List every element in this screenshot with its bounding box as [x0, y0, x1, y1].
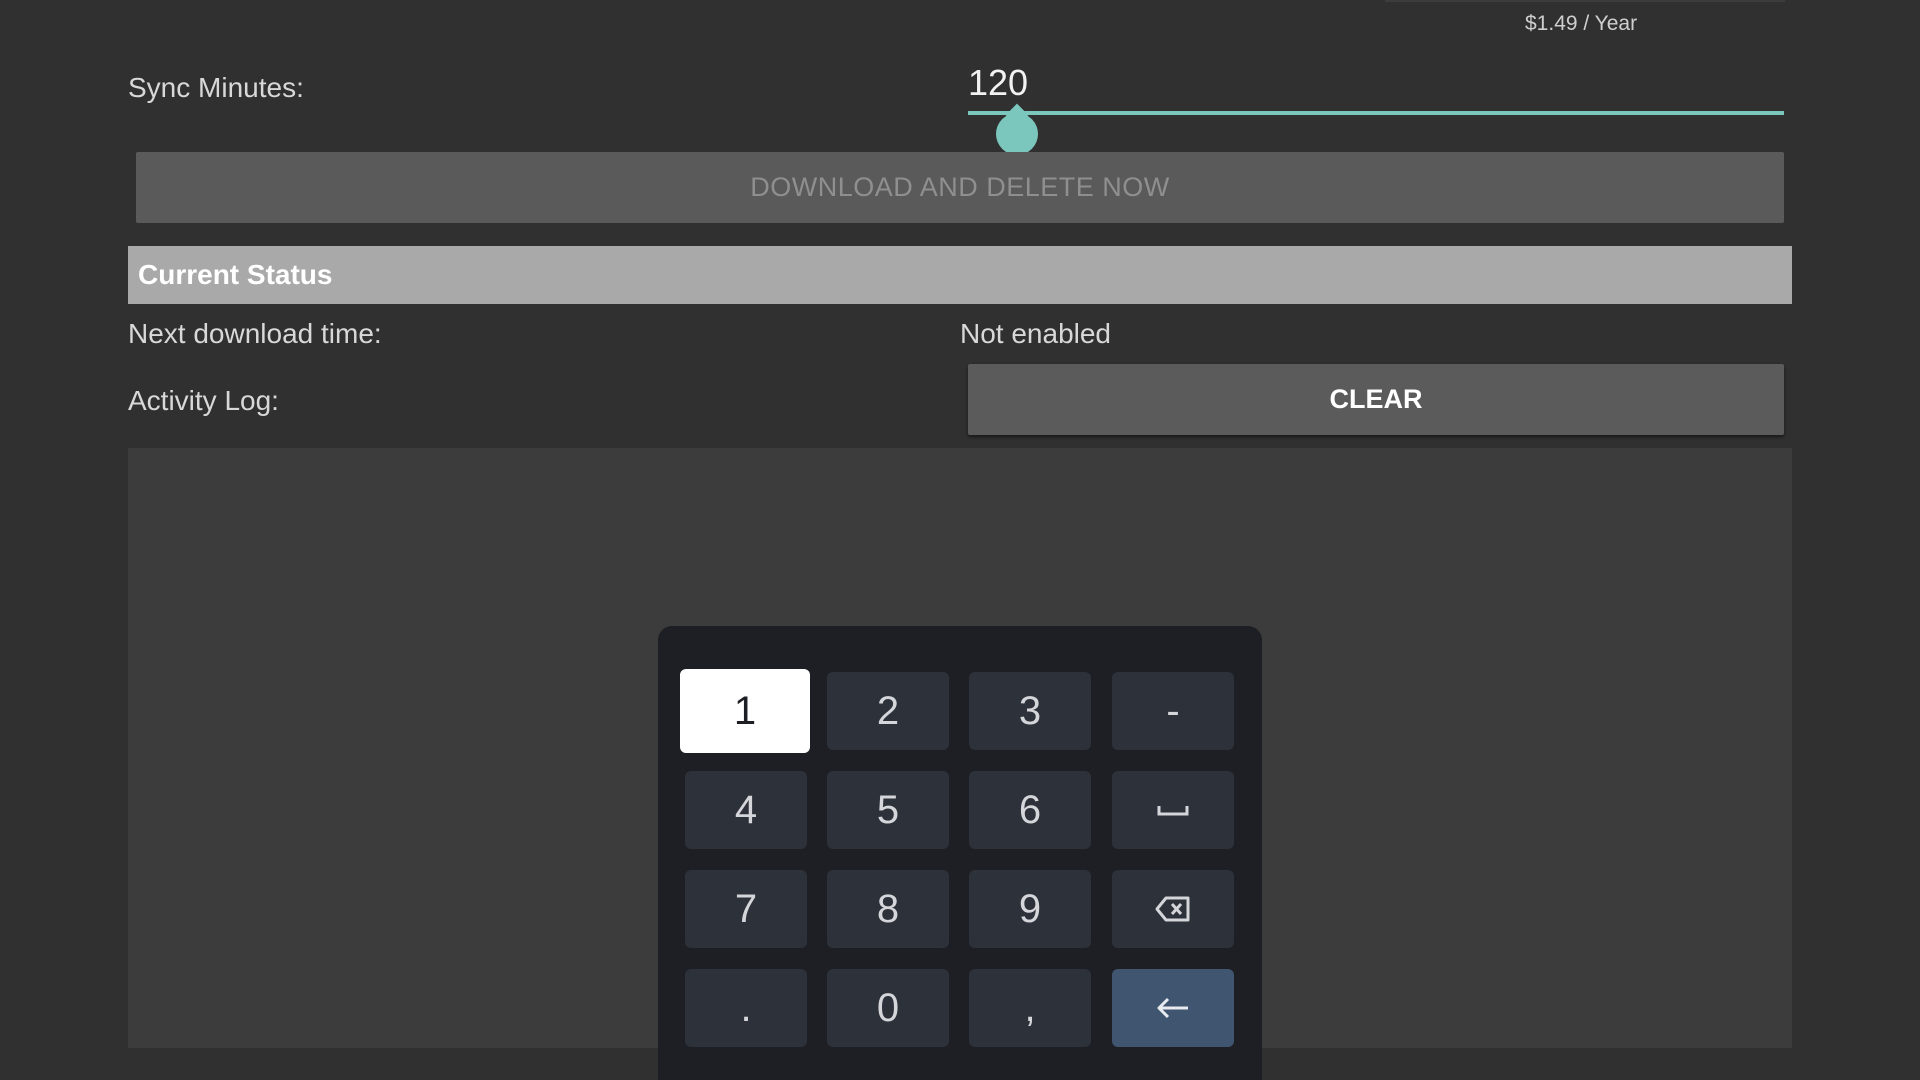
current-status-header: Current Status [128, 246, 1792, 304]
settings-page: $1.49 / Year Sync Minutes: 120 DOWNLOAD … [0, 0, 1920, 1080]
key-enter[interactable] [1112, 969, 1234, 1047]
download-and-delete-button[interactable]: DOWNLOAD AND DELETE NOW [136, 152, 1784, 223]
clear-button[interactable]: CLEAR [968, 364, 1784, 435]
key-1[interactable]: 1 [680, 669, 810, 753]
key-4[interactable]: 4 [685, 771, 807, 849]
key-8[interactable]: 8 [827, 870, 949, 948]
key-space[interactable] [1112, 771, 1234, 849]
activity-log-label: Activity Log: [128, 385, 279, 416]
slider-thumb[interactable] [995, 113, 1038, 155]
key-minus[interactable]: - [1112, 672, 1234, 750]
key-comma[interactable]: , [969, 969, 1091, 1047]
key-7[interactable]: 7 [685, 870, 807, 948]
numeric-keypad: 1 2 3 - 4 5 6 7 8 9 . 0 , [658, 626, 1262, 1080]
sync-minutes-label: Sync Minutes: [128, 72, 304, 103]
key-5[interactable]: 5 [827, 771, 949, 849]
backspace-icon [1155, 896, 1190, 922]
key-9[interactable]: 9 [969, 870, 1091, 948]
key-6[interactable]: 6 [969, 771, 1091, 849]
enter-icon [1157, 997, 1188, 1019]
next-download-value: Not enabled [960, 318, 1112, 349]
sync-minutes-value: 120 [968, 62, 1029, 103]
next-download-label: Next download time: [128, 318, 382, 349]
top-divider [1385, 0, 1785, 2]
sync-minutes-slider[interactable] [968, 111, 1784, 115]
section-title: Current Status [138, 259, 333, 290]
space-icon [1157, 806, 1189, 816]
key-3[interactable]: 3 [969, 672, 1091, 750]
key-2[interactable]: 2 [827, 672, 949, 750]
subscription-price: $1.49 / Year [1525, 12, 1638, 35]
key-period[interactable]: . [685, 969, 807, 1047]
key-backspace[interactable] [1112, 870, 1234, 948]
key-0[interactable]: 0 [827, 969, 949, 1047]
